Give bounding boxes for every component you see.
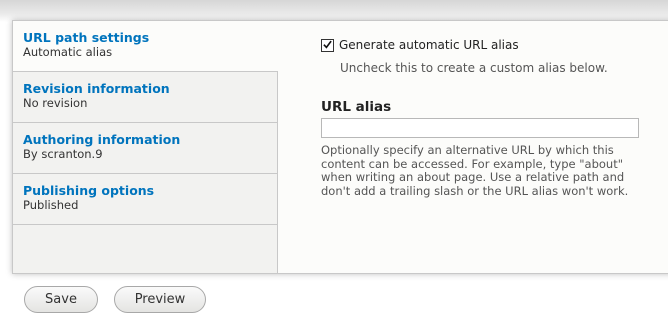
vtab-title[interactable]: URL path settings <box>23 30 278 45</box>
vtab-summary: By scranton.9 <box>23 147 103 161</box>
vertical-tabs-menu: URL path settings Automatic alias Revisi… <box>13 21 278 273</box>
save-button[interactable]: Save <box>24 286 98 313</box>
generate-alias-label[interactable]: Generate automatic URL alias <box>339 38 519 52</box>
generate-alias-description: Uncheck this to create a custom alias be… <box>340 61 608 75</box>
window-top-shadow <box>0 0 668 22</box>
form-actions: Save Preview <box>24 286 206 313</box>
url-alias-description: Optionally specify an alternative URL by… <box>321 143 629 198</box>
generate-alias-checkbox[interactable] <box>321 38 334 52</box>
vtab-summary: No revision <box>23 96 88 110</box>
preview-button[interactable]: Preview <box>114 286 206 313</box>
vtab-summary: Automatic alias <box>23 45 113 59</box>
generate-alias-option[interactable]: Generate automatic URL alias <box>321 38 519 52</box>
vtab-url-path-settings[interactable]: URL path settings Automatic alias <box>13 21 278 72</box>
vertical-tabs-panel: URL path settings Automatic alias Revisi… <box>12 20 668 274</box>
vtab-summary: Published <box>23 198 79 212</box>
vtab-title[interactable]: Authoring information <box>23 132 277 147</box>
vtab-publishing-options[interactable]: Publishing options Published <box>13 174 277 225</box>
vtab-authoring-information[interactable]: Authoring information By scranton.9 <box>13 123 277 174</box>
vtab-title[interactable]: Revision information <box>23 81 277 96</box>
vtab-title[interactable]: Publishing options <box>23 183 277 198</box>
vtab-revision-information[interactable]: Revision information No revision <box>13 72 277 123</box>
url-alias-label: URL alias <box>321 99 392 115</box>
checkmark-icon <box>323 40 332 49</box>
url-alias-input[interactable] <box>321 118 639 138</box>
